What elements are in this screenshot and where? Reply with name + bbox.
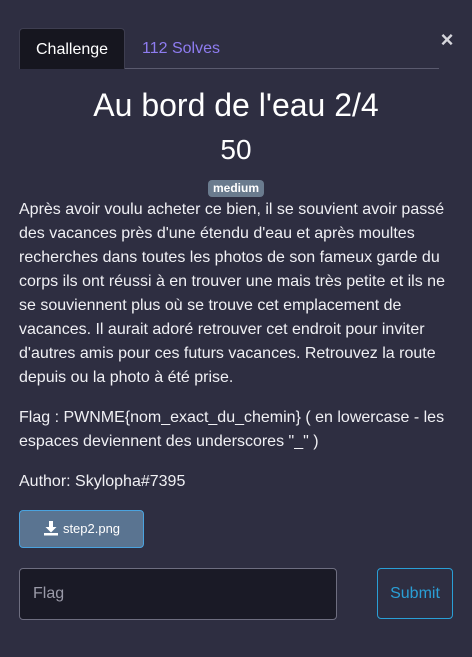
- submit-button[interactable]: Submit: [377, 568, 453, 619]
- challenge-description: Après avoir voulu acheter ce bien, il se…: [19, 201, 445, 386]
- file-name: step2.png: [62, 521, 121, 536]
- challenge-tabs: Challenge 112 Solves: [19, 28, 439, 69]
- close-icon[interactable]: ×: [438, 28, 456, 52]
- challenge-title: Au bord de l'eau 2/4: [93, 87, 379, 123]
- tab-solves[interactable]: 112 Solves: [126, 28, 236, 69]
- file-download-button[interactable]: step2.png: [19, 510, 144, 548]
- difficulty-badge-container: medium: [0, 179, 472, 197]
- download-icon: [43, 521, 58, 536]
- difficulty-badge: medium: [207, 180, 264, 197]
- flag-format-text: Flag : PWNME{nom_exact_du_chemin} ( en l…: [19, 409, 445, 450]
- flag-input[interactable]: [19, 568, 337, 620]
- challenge-author: Author: Skylopha#7395: [19, 473, 186, 490]
- tab-challenge[interactable]: Challenge: [19, 28, 125, 69]
- challenge-points: 50: [220, 134, 252, 165]
